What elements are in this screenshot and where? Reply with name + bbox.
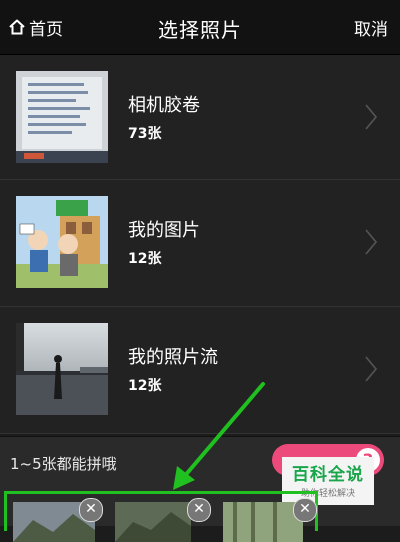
album-count: 12张 bbox=[128, 251, 162, 267]
selection-hint: 1~5张都能拼哦 bbox=[10, 455, 117, 473]
remove-icon[interactable]: ✕ bbox=[293, 498, 317, 522]
remove-icon[interactable]: ✕ bbox=[79, 498, 103, 522]
album-name: 我的照片流 bbox=[128, 347, 218, 368]
album-camera-roll[interactable]: 相机胶卷 73张 bbox=[0, 55, 400, 180]
album-count: 73张 bbox=[128, 126, 162, 142]
selected-photo[interactable] bbox=[223, 502, 303, 542]
album-thumbnail bbox=[16, 323, 108, 415]
album-thumbnail bbox=[16, 196, 108, 288]
selected-photos-strip: ✕ ✕ ✕ bbox=[4, 491, 318, 542]
chevron-right-icon bbox=[365, 356, 378, 382]
album-thumbnail bbox=[16, 71, 108, 163]
page-title: 选择照片 bbox=[158, 18, 242, 42]
album-name: 我的图片 bbox=[128, 220, 200, 241]
chevron-right-icon bbox=[365, 104, 378, 130]
cancel-button[interactable]: 取消 bbox=[354, 15, 388, 40]
album-list: 相机胶卷 73张 我的图片 12张 我的照片流 12张 bbox=[0, 55, 400, 434]
selected-photo[interactable] bbox=[115, 502, 191, 542]
album-name: 相机胶卷 bbox=[128, 95, 200, 116]
watermark-title: 百科全说 bbox=[292, 465, 364, 485]
nav-bar: 首页 选择照片 取消 bbox=[0, 0, 400, 55]
arrow-annotation bbox=[173, 382, 265, 490]
album-count: 12张 bbox=[128, 378, 162, 394]
album-my-pictures[interactable]: 我的图片 12张 bbox=[0, 180, 400, 307]
remove-icon[interactable]: ✕ bbox=[187, 498, 211, 522]
chevron-right-icon bbox=[365, 229, 378, 255]
